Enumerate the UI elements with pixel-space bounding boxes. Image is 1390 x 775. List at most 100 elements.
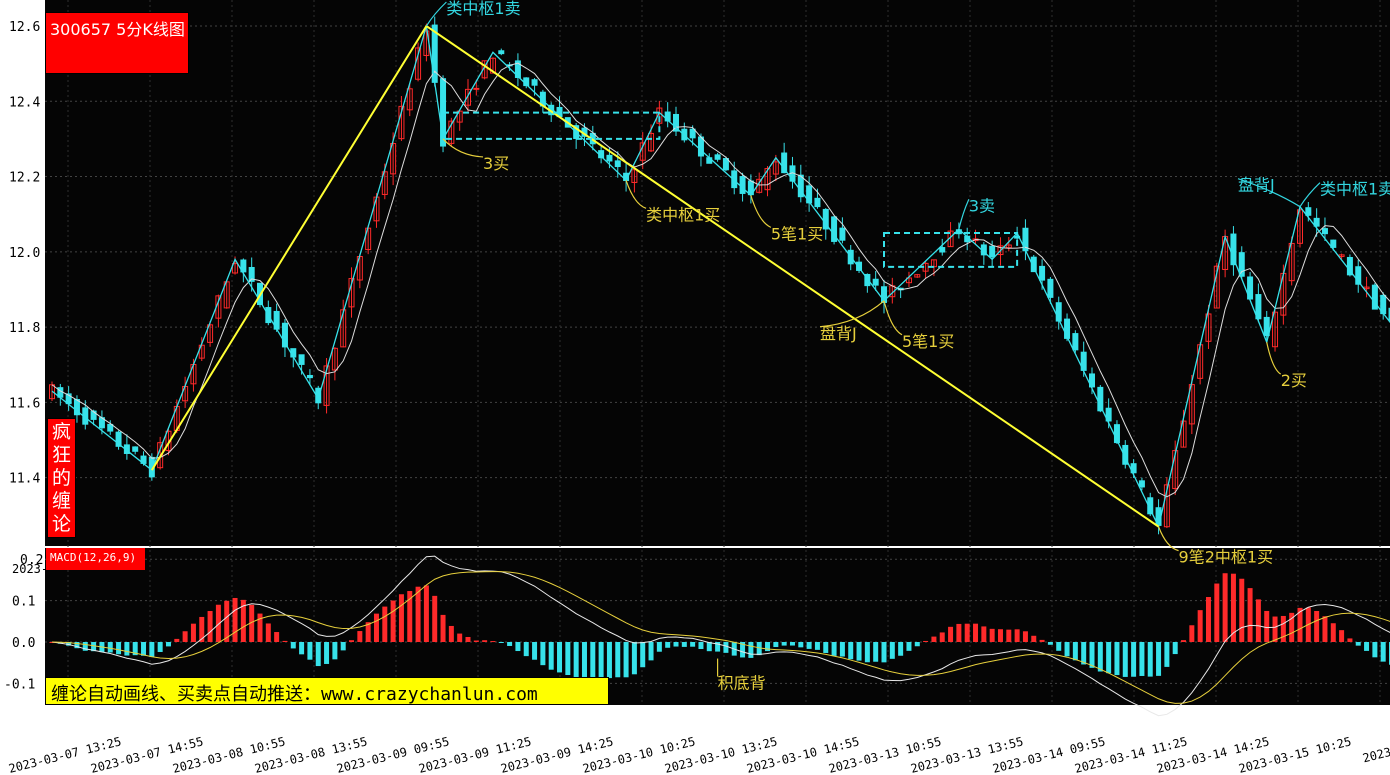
macd-bar <box>1089 642 1095 668</box>
macd-bar <box>748 642 754 658</box>
macd-bar <box>415 586 421 642</box>
candle-body <box>814 197 821 208</box>
macd-bar <box>598 642 604 679</box>
macd-bar <box>398 594 404 642</box>
macd-bar <box>1122 642 1128 677</box>
macd-bar <box>1364 642 1370 651</box>
macd-bar <box>274 632 280 642</box>
macd-tick-label: 0.0 <box>12 636 35 651</box>
macd-bar <box>798 642 804 648</box>
annotation-label: 2买 <box>1281 371 1307 390</box>
macd-bar <box>1247 588 1253 642</box>
annotation-label: 5笔1买 <box>902 332 954 351</box>
macd-bar <box>482 640 488 642</box>
candle-body <box>722 158 729 171</box>
candle-body <box>1097 386 1104 412</box>
y-tick-label: 12.6 <box>9 20 40 35</box>
macd-bar <box>723 642 729 653</box>
macd-bar <box>557 642 563 673</box>
macd-bar <box>1081 642 1087 665</box>
macd-bar <box>149 642 155 658</box>
macd-bar <box>690 642 696 647</box>
macd-bar <box>1314 610 1320 642</box>
macd-bar <box>490 641 496 643</box>
macd-bar <box>207 611 213 642</box>
candle-body <box>306 374 313 379</box>
macd-bar <box>1330 623 1336 642</box>
macd-bar <box>448 625 454 642</box>
macd-bar <box>848 642 854 660</box>
macd-bar <box>1064 642 1070 657</box>
macd-bar <box>698 642 704 649</box>
macd-bar <box>590 642 596 678</box>
candle-body <box>689 128 696 139</box>
macd-bar <box>174 638 180 642</box>
macd-bar <box>1106 642 1112 674</box>
macd-bar <box>473 640 479 642</box>
macd-bar <box>548 642 554 670</box>
macd-bar <box>873 642 879 662</box>
macd-bar <box>423 585 429 642</box>
annotation-label: 9笔2中枢1买 <box>1179 548 1274 567</box>
macd-bar <box>1031 635 1037 642</box>
macd-bar <box>765 642 771 652</box>
macd-bar <box>340 642 346 651</box>
macd-bar <box>1222 573 1228 642</box>
macd-bar <box>906 642 912 651</box>
macd-bar <box>1072 642 1078 661</box>
macd-bar <box>615 642 621 678</box>
macd-bar <box>507 642 513 646</box>
macd-bar <box>681 642 687 647</box>
macd-bar <box>881 642 887 663</box>
annotation-label: 3卖 <box>969 196 995 215</box>
macd-bar <box>382 606 388 642</box>
macd-bar <box>307 642 313 660</box>
macd-bar <box>1272 616 1278 642</box>
candle-body <box>872 278 879 286</box>
macd-bar <box>440 614 446 642</box>
candle-body <box>132 446 139 452</box>
macd-bar <box>773 642 779 648</box>
macd-bar <box>606 642 612 679</box>
macd-bar <box>973 623 979 642</box>
macd-bar <box>1139 642 1145 676</box>
macd-bar <box>1156 642 1162 676</box>
macd-bar <box>948 626 954 642</box>
candle-body <box>714 154 721 160</box>
macd-bar <box>631 642 637 675</box>
macd-bar <box>299 642 305 655</box>
macd-bar <box>1097 642 1103 672</box>
macd-bar <box>806 642 812 649</box>
macd-bar <box>532 642 538 660</box>
macd-bar <box>1022 631 1028 642</box>
macd-bar <box>1006 629 1012 642</box>
x-tick-label-partial: 2023- <box>12 562 48 576</box>
macd-bar <box>357 631 363 642</box>
y-tick-label: 12.0 <box>9 246 40 261</box>
macd-bar <box>997 629 1003 642</box>
macd-bar <box>756 642 762 656</box>
candle-body <box>606 154 613 162</box>
macd-bar <box>165 642 171 647</box>
macd-bar <box>373 613 379 642</box>
candle-body <box>1039 265 1046 281</box>
macd-bar <box>781 642 787 646</box>
macd-bar <box>1239 578 1245 642</box>
macd-bar <box>107 642 113 653</box>
candle-body <box>839 227 846 241</box>
annotation-label: 类中枢1卖 <box>1320 180 1390 199</box>
side-label-box: 疯狂的缠论 <box>47 418 76 538</box>
macd-bar <box>523 642 529 657</box>
macd-bar <box>931 636 937 642</box>
candle-body <box>298 354 305 365</box>
macd-bar <box>823 642 829 653</box>
macd-bar <box>457 633 463 642</box>
macd-bar <box>565 642 571 676</box>
candle-body <box>1047 278 1054 298</box>
macd-bar <box>1322 616 1328 642</box>
macd-bar <box>349 640 355 642</box>
candle-body <box>697 136 704 157</box>
candle-body <box>1138 480 1145 488</box>
macd-bar <box>573 642 579 678</box>
macd-bar <box>1280 615 1286 642</box>
